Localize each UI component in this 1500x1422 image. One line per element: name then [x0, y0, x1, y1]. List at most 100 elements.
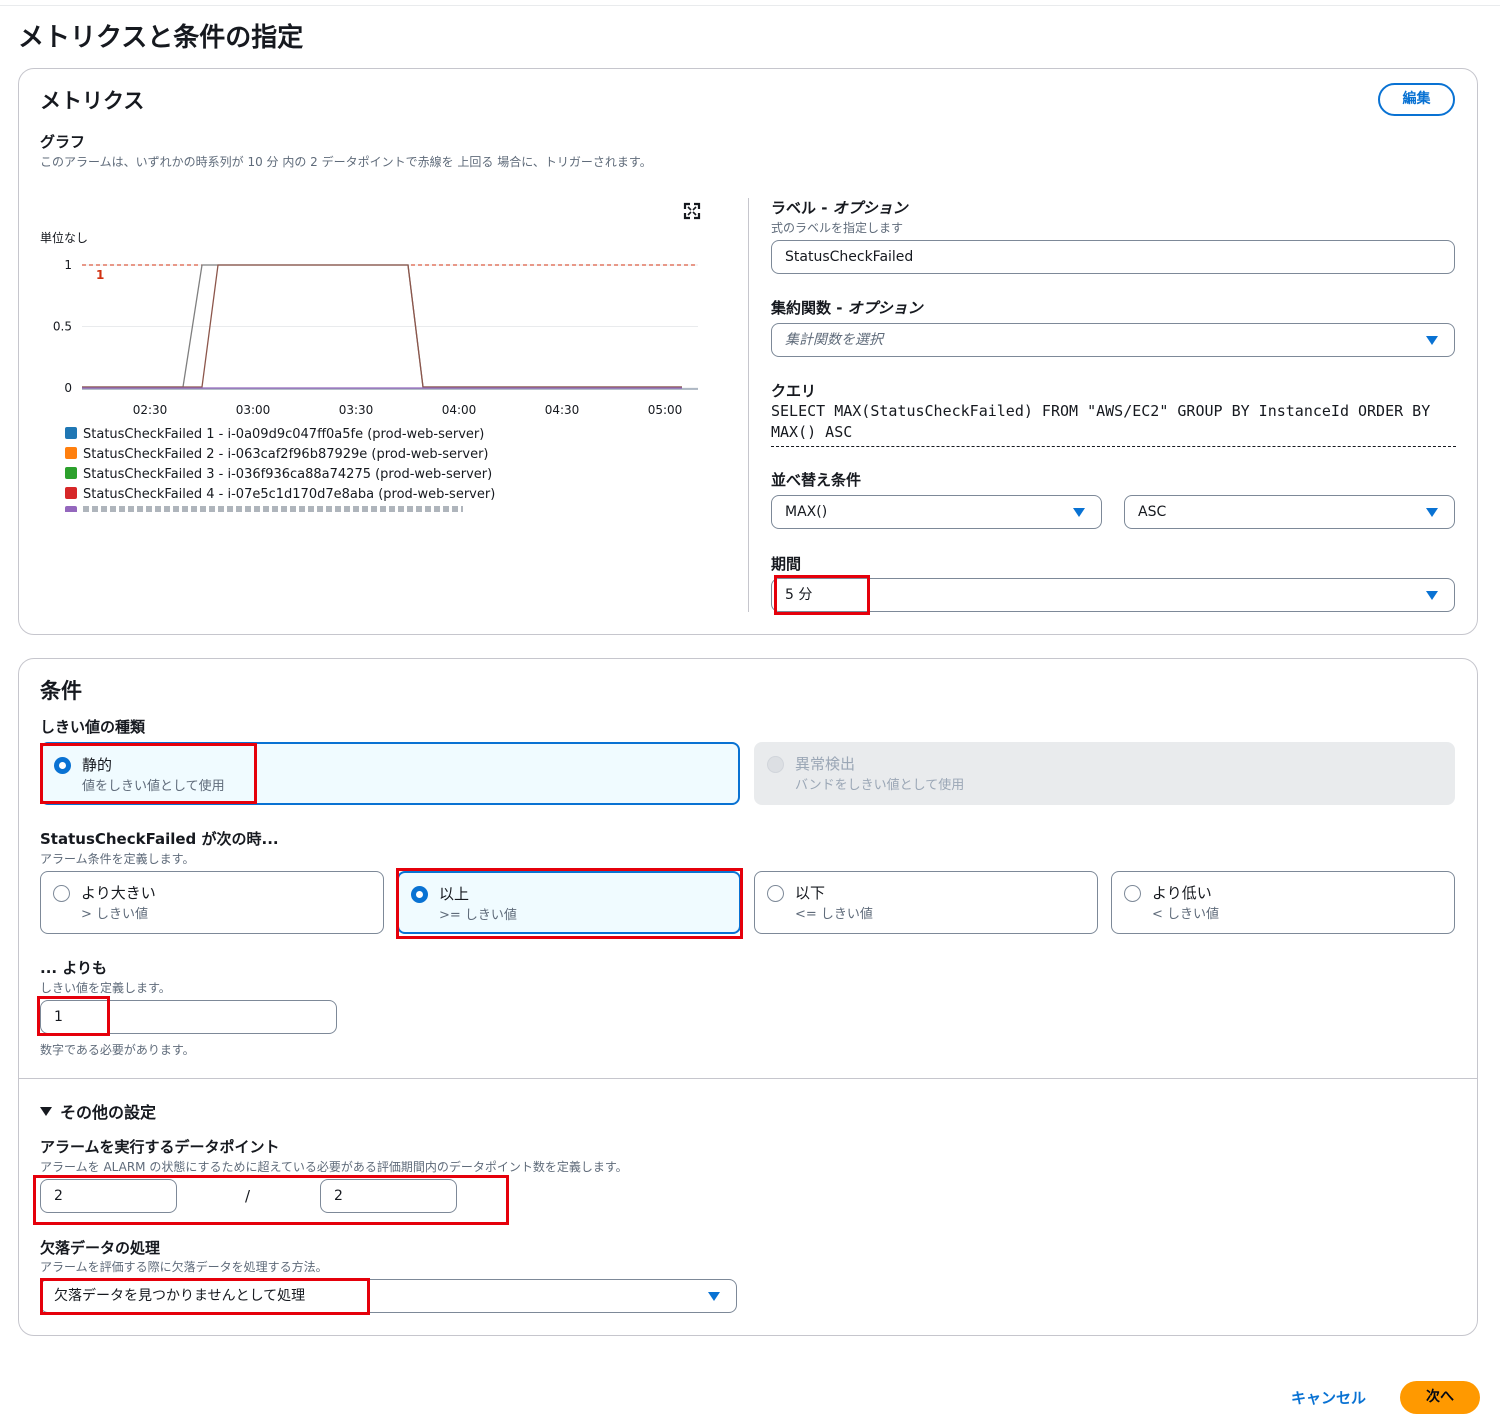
radio-icon	[53, 885, 70, 902]
y-tick-label: 1	[64, 258, 72, 272]
x-tick-label: 03:30	[339, 403, 374, 417]
radio-icon	[767, 885, 784, 902]
top-divider	[0, 5, 1500, 6]
than-label: ... よりも	[40, 959, 108, 977]
alarm-graph: 1 0 0.5 1 02:30 03:00 03:30 04:00 04:30 05:00	[53, 258, 698, 417]
caret-down-icon	[1426, 336, 1438, 345]
radio-icon	[1124, 885, 1141, 902]
missing-data-description: アラームを評価する際に欠落データを処理する方法。	[40, 1260, 328, 1274]
x-tick-label: 04:00	[442, 403, 477, 417]
order-label: 並べ替え条件	[771, 471, 862, 489]
datapoints-description: アラームを ALARM の状態にするために超えている必要がある評価期間内のデータ…	[40, 1160, 628, 1174]
x-tick-label: 03:00	[236, 403, 271, 417]
threshold-anomaly-option: 異常検出 バンドをしきい値として使用	[754, 742, 1455, 805]
option-lte-title: 以下	[795, 884, 826, 902]
datapoints-input-2[interactable]: 2	[320, 1179, 457, 1213]
other-settings-toggle[interactable]: その他の設定	[40, 1099, 156, 1123]
caret-down-icon	[1426, 508, 1438, 517]
legend-item[interactable]: StatusCheckFailed 1 - i-0a09d9c047ff0a5f…	[65, 427, 484, 442]
threshold-label: 1	[96, 268, 104, 282]
static-title: 静的	[82, 756, 113, 774]
other-settings-label: その他の設定	[60, 1103, 157, 1122]
caret-down-solid-icon	[40, 1107, 52, 1116]
legend-item[interactable]: StatusCheckFailed 2 - i-063caf2f96b87929…	[65, 447, 489, 462]
period-select[interactable]: 5 分	[771, 578, 1455, 612]
query-text[interactable]: SELECT MAX(StatusCheckFailed) FROM "AWS/…	[771, 401, 1456, 447]
legend-label: StatusCheckFailed 1 - i-0a09d9c047ff0a5f…	[83, 427, 485, 442]
radio-selected-icon	[54, 757, 71, 774]
datapoints-input-1[interactable]: 2	[40, 1179, 177, 1213]
aggregate-select[interactable]: 集計関数を選択	[771, 323, 1455, 357]
caret-down-icon	[708, 1292, 720, 1301]
radio-disabled-icon	[767, 756, 784, 773]
order-function-value: MAX()	[785, 504, 828, 520]
expand-icon[interactable]	[683, 202, 701, 220]
legend-swatch	[65, 447, 77, 459]
graph-description: このアラームは、いずれかの時系列が 10 分 内の 2 データポイントで赤線を …	[40, 155, 652, 169]
cancel-button[interactable]: キャンセル	[1291, 1387, 1366, 1408]
order-direction-select[interactable]: ASC	[1124, 495, 1455, 529]
caret-down-icon	[1426, 591, 1438, 600]
datapoints-label: アラームを実行するデータポイント	[40, 1138, 280, 1156]
order-direction-value: ASC	[1138, 504, 1167, 520]
period-label: 期間	[771, 555, 802, 573]
aggregate-field-label: 集約関数 - オプション	[771, 297, 923, 318]
option-lte-sub: <= しきい値	[795, 907, 873, 922]
legend-swatch	[65, 427, 77, 439]
x-tick-label: 05:00	[648, 403, 683, 417]
legend-item[interactable]: StatusCheckFailed 3 - i-036f936ca88a7427…	[65, 467, 492, 482]
query-label: クエリ	[771, 382, 817, 400]
than-description: しきい値を定義します。	[40, 981, 171, 995]
legend-clip-row	[65, 506, 465, 512]
aggregate-field-prefix: 集約関数 -	[771, 299, 848, 317]
section-divider	[18, 1078, 1478, 1079]
option-greater-title: より大きい	[81, 884, 156, 902]
legend-item[interactable]: StatusCheckFailed 4 - i-07e5c1d170d7e8ab…	[65, 487, 495, 502]
unit-label: 単位なし	[40, 231, 89, 245]
option-less[interactable]: より低い < しきい値	[1111, 871, 1455, 934]
legend-swatch	[65, 467, 77, 479]
anomaly-subtitle: バンドをしきい値として使用	[795, 778, 965, 793]
page-title: メトリクスと条件の指定	[18, 23, 304, 53]
option-less-or-equal[interactable]: 以下 <= しきい値	[754, 871, 1098, 934]
than-hint: 数字である必要があります。	[40, 1043, 195, 1057]
y-tick-label: 0.5	[53, 320, 72, 334]
conditions-heading: 条件	[40, 679, 82, 703]
y-tick-label: 0	[64, 381, 72, 395]
static-subtitle: 値をしきい値として使用	[82, 779, 225, 794]
label-field-label: ラベル - オプション	[771, 197, 908, 218]
metrics-heading: メトリクス	[40, 89, 145, 113]
caret-down-icon	[1073, 508, 1085, 517]
missing-data-label: 欠落データの処理	[40, 1239, 161, 1257]
anomaly-title: 異常検出	[795, 755, 856, 773]
option-greater[interactable]: より大きい > しきい値	[40, 871, 384, 934]
x-tick-label: 04:30	[545, 403, 580, 417]
order-function-select[interactable]: MAX()	[771, 495, 1102, 529]
graph-label: グラフ	[40, 133, 86, 151]
edit-button[interactable]: 編集	[1378, 83, 1455, 116]
option-gte-title: 以上	[439, 885, 470, 903]
label-field-optional: オプション	[832, 199, 908, 217]
threshold-type-label: しきい値の種類	[40, 718, 146, 736]
option-greater-sub: > しきい値	[81, 907, 149, 922]
option-less-sub: < しきい値	[1152, 907, 1220, 922]
threshold-value-input[interactable]: 1	[40, 1000, 337, 1034]
aggregate-placeholder: 集計関数を選択	[785, 332, 883, 348]
option-greater-or-equal[interactable]: 以上 >= しきい値	[397, 871, 741, 934]
when-description: アラーム条件を定義します。	[40, 852, 195, 866]
label-field-description: 式のラベルを指定します	[771, 221, 904, 235]
radio-selected-icon	[411, 886, 428, 903]
period-value: 5 分	[785, 587, 813, 603]
threshold-static-option[interactable]: 静的 値をしきい値として使用	[40, 742, 740, 805]
legend-label: StatusCheckFailed 3 - i-036f936ca88a7427…	[83, 467, 493, 482]
label-input[interactable]: StatusCheckFailed	[771, 240, 1455, 274]
option-less-title: より低い	[1152, 884, 1212, 902]
when-label: StatusCheckFailed が次の時...	[40, 830, 279, 848]
option-gte-sub: >= しきい値	[439, 908, 517, 923]
aggregate-field-optional: オプション	[847, 299, 923, 317]
missing-data-select[interactable]: 欠落データを見つかりませんとして処理	[40, 1279, 737, 1313]
legend-swatch	[65, 487, 77, 499]
next-button[interactable]: 次へ	[1400, 1381, 1480, 1414]
legend-label: StatusCheckFailed 2 - i-063caf2f96b87929…	[83, 447, 489, 462]
missing-data-value: 欠落データを見つかりませんとして処理	[54, 1288, 306, 1304]
